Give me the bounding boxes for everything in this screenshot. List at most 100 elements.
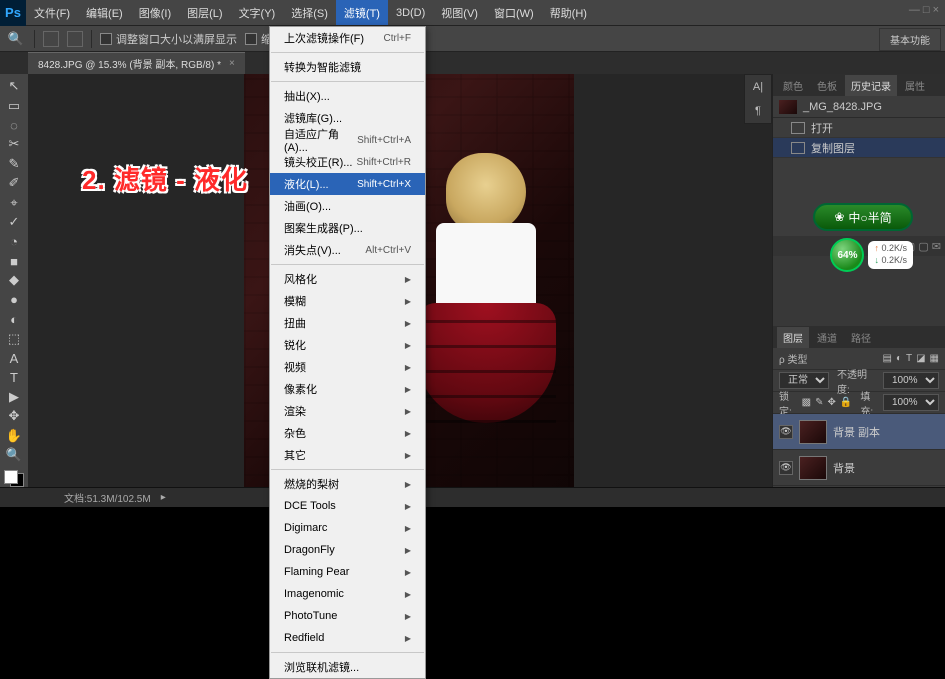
menu-item[interactable]: 镜头校正(R)...Shift+Ctrl+R bbox=[270, 151, 425, 173]
document-tab[interactable]: 8428.JPG @ 15.3% (背景 副本, RGB/8) *× bbox=[28, 52, 245, 74]
history-step[interactable]: 复制图层 bbox=[773, 138, 945, 158]
ime-widget[interactable]: 中○半简 bbox=[813, 203, 913, 231]
menu-item[interactable]: 渲染▶ bbox=[270, 400, 425, 422]
tool-12[interactable]: ◐ bbox=[4, 311, 24, 327]
lock-all-icon[interactable]: 🔒 bbox=[840, 397, 852, 408]
layers-panel-tabs[interactable]: 图层通道路径 bbox=[773, 326, 945, 348]
tool-4[interactable]: ✎ bbox=[4, 156, 24, 172]
tool-16[interactable]: ▶ bbox=[4, 389, 24, 405]
visibility-icon[interactable]: 👁 bbox=[779, 425, 793, 439]
tool-9[interactable]: ■ bbox=[4, 253, 24, 269]
menu-item[interactable]: 抽出(X)... bbox=[270, 85, 425, 107]
filter-shape-icon[interactable]: ◪ bbox=[916, 353, 925, 364]
panel-tab[interactable]: 色板 bbox=[811, 75, 843, 96]
tool-3[interactable]: ✂ bbox=[4, 136, 24, 152]
menu-item[interactable]: 转换为智能滤镜 bbox=[270, 56, 425, 78]
tool-2[interactable]: ◌ bbox=[4, 117, 24, 133]
menu-10[interactable]: 帮助(H) bbox=[542, 0, 595, 25]
menu-item[interactable]: 消失点(V)...Alt+Ctrl+V bbox=[270, 239, 425, 261]
blend-mode-select[interactable]: 正常 bbox=[779, 372, 829, 389]
tool-1[interactable]: ▭ bbox=[4, 97, 24, 113]
filter-type-icon[interactable]: T bbox=[906, 353, 912, 364]
filter-menu-dropdown[interactable]: 上次滤镜操作(F)Ctrl+F转换为智能滤镜抽出(X)...滤镜库(G)...自… bbox=[269, 26, 426, 679]
tool-10[interactable]: ◆ bbox=[4, 272, 24, 288]
menu-item[interactable]: Redfield▶ bbox=[270, 627, 425, 649]
history-panel-tabs[interactable]: 颜色色板历史记录属性 bbox=[773, 74, 945, 96]
menu-item[interactable]: 扭曲▶ bbox=[270, 312, 425, 334]
panel-tab[interactable]: 图层 bbox=[777, 327, 809, 348]
character-icon[interactable]: A| bbox=[745, 75, 771, 99]
filter-pixel-icon[interactable]: ▤ bbox=[882, 353, 891, 364]
menu-7[interactable]: 3D(D) bbox=[388, 0, 433, 25]
menu-item[interactable]: DCE Tools▶ bbox=[270, 495, 425, 517]
panel-tab[interactable]: 通道 bbox=[811, 327, 843, 348]
panel-tab[interactable]: 历史记录 bbox=[845, 75, 897, 96]
window-controls[interactable]: — □ × bbox=[909, 4, 939, 16]
menu-item[interactable]: Imagenomic▶ bbox=[270, 583, 425, 605]
menu-item[interactable]: 风格化▶ bbox=[270, 268, 425, 290]
menu-item[interactable]: 杂色▶ bbox=[270, 422, 425, 444]
layers-panel[interactable]: ρ 类型 ▤ ◐ T ◪ ▦ 正常 不透明度: 100% 锁定: ▩ ✎ bbox=[773, 348, 945, 487]
filter-adjust-icon[interactable]: ◐ bbox=[896, 353, 902, 364]
tool-14[interactable]: A bbox=[4, 350, 24, 366]
menu-item[interactable]: 自适应广角(A)...Shift+Ctrl+A bbox=[270, 129, 425, 151]
menu-8[interactable]: 视图(V) bbox=[433, 0, 486, 25]
menu-1[interactable]: 编辑(E) bbox=[78, 0, 131, 25]
color-swatch[interactable] bbox=[4, 470, 24, 486]
workspace-switcher[interactable]: 基本功能 bbox=[879, 28, 941, 51]
chevron-right-icon[interactable]: ▸ bbox=[161, 492, 166, 503]
tool-6[interactable]: ⌖ bbox=[4, 195, 24, 211]
menu-item[interactable]: PhotoTune▶ bbox=[270, 605, 425, 627]
menu-2[interactable]: 图像(I) bbox=[131, 0, 179, 25]
paragraph-icon[interactable]: ¶ bbox=[745, 99, 771, 123]
visibility-icon[interactable]: 👁 bbox=[779, 461, 793, 475]
menu-item[interactable]: 锐化▶ bbox=[270, 334, 425, 356]
tool-15[interactable]: T bbox=[4, 369, 24, 385]
history-step[interactable]: 打开 bbox=[773, 118, 945, 138]
menu-item[interactable]: 燃烧的梨树▶ bbox=[270, 473, 425, 495]
menu-0[interactable]: 文件(F) bbox=[26, 0, 78, 25]
menu-3[interactable]: 图层(L) bbox=[179, 0, 230, 25]
menu-item[interactable]: 油画(O)... bbox=[270, 195, 425, 217]
tool-19[interactable]: 🔍 bbox=[4, 447, 24, 463]
menu-item[interactable]: 液化(L)...Shift+Ctrl+X bbox=[270, 173, 425, 195]
menu-item[interactable]: Flaming Pear▶ bbox=[270, 561, 425, 583]
menu-item[interactable]: 视频▶ bbox=[270, 356, 425, 378]
tool-7[interactable]: ✓ bbox=[4, 214, 24, 230]
menu-item[interactable]: Digimarc▶ bbox=[270, 517, 425, 539]
menu-5[interactable]: 选择(S) bbox=[283, 0, 336, 25]
zoom-out-icon[interactable] bbox=[67, 31, 83, 47]
panel-tab[interactable]: 路径 bbox=[845, 327, 877, 348]
menu-4[interactable]: 文字(Y) bbox=[231, 0, 284, 25]
resize-window-checkbox[interactable]: 调整窗口大小以满屏显示 bbox=[100, 31, 237, 47]
tool-0[interactable]: ↖ bbox=[4, 78, 24, 94]
lock-position-icon[interactable]: ✥ bbox=[828, 397, 836, 408]
layer-row[interactable]: 👁背景 副本 bbox=[773, 414, 945, 450]
tool-13[interactable]: ⬚ bbox=[4, 330, 24, 346]
tool-8[interactable]: ◔ bbox=[4, 233, 24, 249]
layer-row[interactable]: 👁背景 bbox=[773, 450, 945, 486]
panel-tab[interactable]: 属性 bbox=[899, 75, 931, 96]
zoom-in-icon[interactable] bbox=[43, 31, 59, 47]
collapsed-panel-dock[interactable]: A| ¶ bbox=[744, 74, 772, 124]
menu-item[interactable]: 其它▶ bbox=[270, 444, 425, 466]
panel-tab[interactable]: 颜色 bbox=[777, 75, 809, 96]
tool-18[interactable]: ✋ bbox=[4, 428, 24, 444]
tool-17[interactable]: ✥ bbox=[4, 408, 24, 424]
tool-11[interactable]: ● bbox=[4, 292, 24, 308]
lock-transparent-icon[interactable]: ▩ bbox=[802, 397, 811, 408]
close-icon[interactable]: × bbox=[229, 58, 235, 69]
menu-9[interactable]: 窗口(W) bbox=[486, 0, 542, 25]
menu-6[interactable]: 滤镜(T) bbox=[336, 0, 388, 25]
lock-image-icon[interactable]: ✎ bbox=[815, 397, 823, 408]
fill-select[interactable]: 100% bbox=[883, 394, 939, 411]
tool-5[interactable]: ✐ bbox=[4, 175, 24, 191]
menu-item[interactable]: DragonFly▶ bbox=[270, 539, 425, 561]
menu-item[interactable]: 图案生成器(P)... bbox=[270, 217, 425, 239]
menu-item[interactable]: 浏览联机滤镜... bbox=[270, 656, 425, 678]
filter-smart-icon[interactable]: ▦ bbox=[930, 353, 939, 364]
menu-item[interactable]: 模糊▶ bbox=[270, 290, 425, 312]
menu-item[interactable]: 像素化▶ bbox=[270, 378, 425, 400]
menu-item[interactable]: 上次滤镜操作(F)Ctrl+F bbox=[270, 27, 425, 49]
opacity-select[interactable]: 100% bbox=[883, 372, 939, 389]
